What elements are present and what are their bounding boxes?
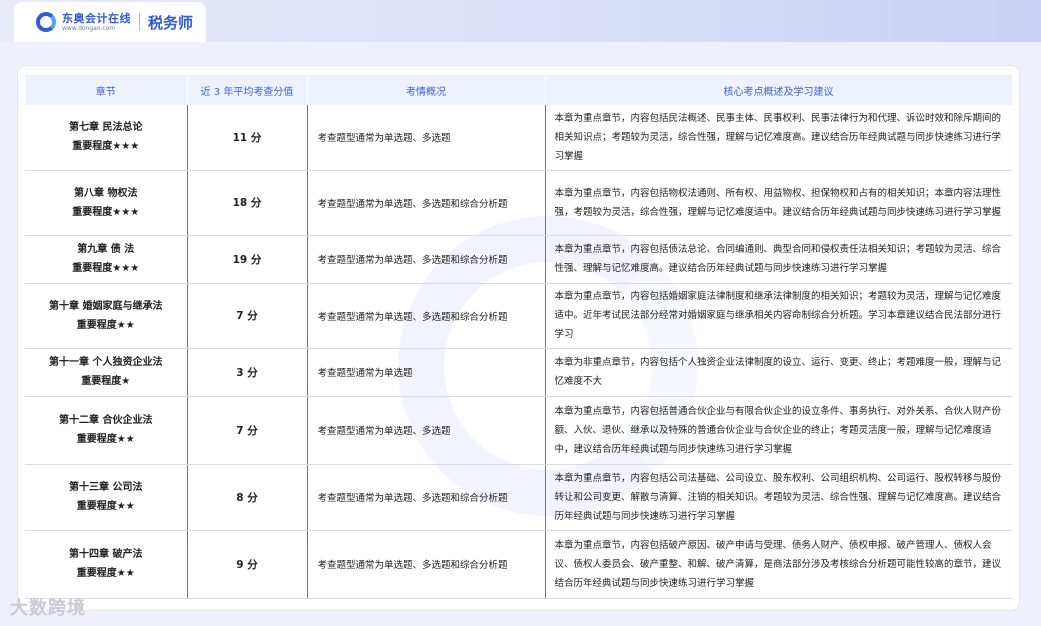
core-cell: 本章为重点章节，内容包括债法总论、合同编通则、典型合同和侵权责任法相关知识；考题…	[545, 235, 1012, 284]
core-cell: 本章为重点章节，内容包括物权法通则、所有权、用益物权、担保物权和占有的相关知识；…	[545, 170, 1012, 236]
chapter-cell: 第十四章 破产法 重要程度★★	[25, 530, 188, 599]
footer-watermark: 大数跨境	[10, 598, 86, 619]
chapter-title: 第九章 债 法	[77, 244, 135, 255]
condition-cell: 考查题型通常为单选题、多选题和综合分析题	[307, 464, 546, 531]
core-cell: 本章为重点章节，内容包括公司法基础、公司设立、股东权利、公司组织机构、公司运行、…	[545, 464, 1012, 531]
condition-cell: 考查题型通常为单选题、多选题	[307, 105, 546, 171]
score-cell: 18 分	[187, 170, 308, 236]
chapter-title: 第十二章 合伙企业法	[59, 415, 153, 426]
chapter-cell: 第十章 婚姻家庭与继承法 重要程度★★	[25, 283, 188, 349]
condition-cell: 考查题型通常为单选题	[307, 348, 546, 397]
chapter-title: 第十四章 破产法	[69, 549, 143, 560]
chapter-cell: 第七章 民法总论 重要程度★★★	[25, 105, 188, 171]
score-cell: 8 分	[187, 464, 308, 531]
table-row: 第十四章 破产法 重要程度★★ 9 分 考查题型通常为单选题、多选题和综合分析题 …	[25, 530, 1012, 599]
chapter-title: 第十三章 公司法	[69, 482, 143, 493]
score-cell: 7 分	[187, 283, 308, 349]
chapter-importance: 重要程度★★	[76, 501, 135, 512]
chapter-title: 第十一章 个人独资企业法	[49, 357, 163, 368]
score-cell: 11 分	[187, 105, 308, 171]
chapter-importance: 重要程度★★★	[72, 141, 140, 153]
chapter-importance: 重要程度★★	[76, 568, 135, 579]
core-cell: 本章为重点章节，内容包括普通合伙企业与有限合伙企业的设立条件、事务执行、对外关系…	[545, 396, 1012, 465]
dongao-logo-icon	[36, 12, 56, 32]
header-score: 近 3 年平均考查分值	[187, 75, 308, 105]
table-header-row: 章节 近 3 年平均考查分值 考情概况 核心考点概述及学习建议	[25, 75, 1013, 105]
core-cell: 本章为重点章节，内容包括民法概述、民事主体、民事权利、民事法律行为和代理、诉讼时…	[545, 105, 1012, 171]
chapter-cell: 第十一章 个人独资企业法 重要程度★	[25, 348, 188, 397]
table-row: 第九章 债 法重要程度★★★ 19 分 考查题型通常为单选题、多选题和综合分析题…	[25, 235, 1012, 284]
brand-divider	[139, 13, 140, 31]
condition-cell: 考查题型通常为单选题、多选题和综合分析题	[307, 235, 546, 284]
product-title: 税务师	[148, 13, 194, 32]
content-card: 章节 近 3 年平均考查分值 考情概况 核心考点概述及学习建议 第七章 民法总论…	[18, 66, 1019, 610]
table-row: 第八章 物权法 重要程度★★★ 18 分 考查题型通常为单选题、多选题和综合分析题…	[25, 170, 1012, 236]
core-cell: 本章为重点章节，内容包括婚姻家庭法律制度和继承法律制度的相关知识；考题较为灵活，…	[545, 283, 1012, 349]
score-cell: 7 分	[187, 396, 308, 465]
chapter-importance: 重要程度★★★	[72, 206, 140, 218]
header-condition: 考情概况	[307, 75, 546, 105]
logo-name: 东奥会计在线	[62, 11, 131, 25]
score-cell: 9 分	[187, 530, 308, 599]
chapter-title: 第七章 民法总论	[69, 122, 143, 134]
condition-cell: 考查题型通常为单选题、多选题和综合分析题	[307, 530, 546, 599]
chapter-importance: 重要程度★★★	[72, 263, 140, 274]
brand-header[interactable]: 东奥会计在线 www.dongao.com 税务师	[14, 2, 206, 42]
chapter-cell: 第十二章 合伙企业法 重要程度★★	[25, 396, 188, 465]
table-row: 第十二章 合伙企业法 重要程度★★ 7 分 考查题型通常为单选题、多选题 本章为重…	[25, 396, 1012, 465]
core-cell: 本章为非重点章节，内容包括个人独资企业法律制度的设立、运行、变更、终止；考题难度…	[545, 348, 1012, 397]
chapter-title: 第八章 物权法	[74, 187, 138, 199]
chapter-cell: 第八章 物权法 重要程度★★★	[25, 170, 188, 236]
score-cell: 19 分	[187, 235, 308, 284]
condition-cell: 考查题型通常为单选题、多选题和综合分析题	[307, 170, 546, 236]
table-row: 第十三章 公司法 重要程度★★ 8 分 考查题型通常为单选题、多选题和综合分析题 …	[25, 464, 1012, 531]
header-core: 核心考点概述及学习建议	[545, 75, 1013, 105]
chapter-importance: 重要程度★★	[76, 319, 135, 331]
table-row: 第十章 婚姻家庭与继承法 重要程度★★ 7 分 考查题型通常为单选题、多选题和综合…	[25, 283, 1012, 349]
chapter-table: 章节 近 3 年平均考查分值 考情概况 核心考点概述及学习建议 第七章 民法总论…	[25, 75, 1013, 599]
core-cell: 本章为重点章节，内容包括破产原因、破产申请与受理、债务人财产、债权申报、破产管理…	[545, 530, 1012, 599]
chapter-cell: 第十三章 公司法 重要程度★★	[25, 464, 188, 531]
table-row: 第十一章 个人独资企业法 重要程度★ 3 分 考查题型通常为单选题 本章为非重点章…	[25, 348, 1012, 397]
chapter-importance: 重要程度★	[81, 376, 131, 387]
logo-text: 东奥会计在线 www.dongao.com	[62, 13, 131, 32]
condition-cell: 考查题型通常为单选题、多选题	[307, 396, 546, 465]
header-chapter: 章节	[25, 75, 188, 105]
chapter-title: 第十章 婚姻家庭与继承法	[49, 300, 163, 312]
score-cell: 3 分	[187, 348, 308, 397]
table-row: 第七章 民法总论 重要程度★★★ 11 分 考查题型通常为单选题、多选题 本章为重…	[25, 105, 1012, 171]
condition-cell: 考查题型通常为单选题、多选题和综合分析题	[307, 283, 546, 349]
chapter-cell: 第九章 债 法重要程度★★★	[25, 235, 188, 284]
logo-url: www.dongao.com	[62, 24, 116, 32]
chapter-importance: 重要程度★★	[76, 434, 135, 445]
